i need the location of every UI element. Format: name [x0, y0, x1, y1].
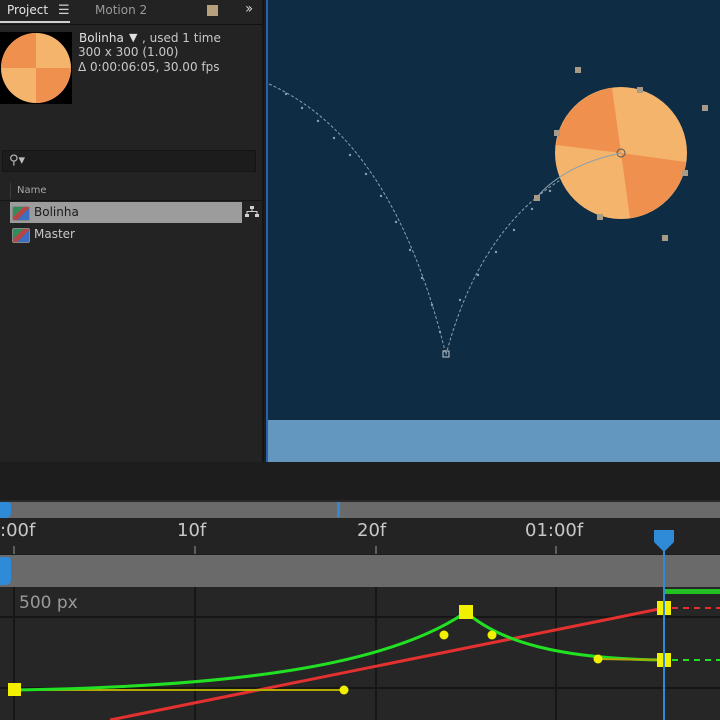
active-tab-indicator: [0, 21, 70, 23]
selected-item-name: Bolinha: [79, 31, 124, 45]
bezier-handle[interactable]: [339, 685, 349, 695]
search-input[interactable]: ⚲▾: [2, 150, 256, 172]
composition-viewer[interactable]: [264, 0, 720, 462]
project-item-label: Master: [34, 227, 75, 241]
tab-motion-2[interactable]: Motion 2: [95, 3, 147, 17]
composition-edge: [266, 0, 268, 462]
bezier-handle-line: [597, 658, 665, 661]
graph-editor-area[interactable]: [0, 587, 720, 720]
selected-item-usage: , used 1 time: [142, 31, 221, 45]
dropdown-arrow-icon[interactable]: ▼: [129, 31, 137, 44]
double-chevron-icon[interactable]: ››: [245, 1, 253, 17]
project-item-master[interactable]: Master: [10, 224, 242, 245]
project-panel: Project ☰ Motion 2 ›› Bolinha ▼ , used 1…: [0, 0, 262, 462]
graph-scale-label: 500 px: [19, 593, 78, 613]
layer-duration-bar: [664, 589, 720, 594]
hamburger-menu-icon[interactable]: ☰: [58, 3, 70, 18]
selected-item-dimensions: 300 x 300 (1.00): [78, 45, 179, 59]
column-divider[interactable]: [10, 183, 11, 199]
project-item-label: Bolinha: [34, 205, 79, 219]
search-icon: ⚲▾: [9, 153, 26, 168]
ruler-label: 10f: [177, 520, 207, 541]
composition-background: [266, 0, 720, 462]
composition-canvas[interactable]: [264, 0, 720, 462]
panel-tab-bar: Project ☰ Motion 2 ››: [0, 0, 262, 25]
selected-item-duration: Δ 0:00:06:05, 30.00 fps: [78, 60, 220, 74]
project-item-bolinha[interactable]: Bolinha: [10, 202, 242, 223]
composition-thumbnail: [0, 32, 72, 104]
floor: [268, 420, 720, 462]
tab-project[interactable]: Project: [7, 3, 48, 17]
ruler-label: :00f: [0, 520, 36, 541]
timeline-panel: :00f 10f 20f 01:00f 500 px: [0, 462, 720, 720]
ruler-label: 01:00f: [525, 520, 584, 541]
flowchart-icon[interactable]: [244, 205, 260, 219]
ruler-label: 20f: [357, 520, 387, 541]
composition-icon: [12, 228, 30, 243]
column-header-name[interactable]: Name: [17, 185, 47, 196]
ball-thumbnail-icon: [1, 33, 71, 103]
composition-icon: [12, 206, 30, 221]
label-color-swatch[interactable]: [207, 5, 218, 16]
ruler-labels: :00f 10f 20f 01:00f: [0, 462, 720, 562]
